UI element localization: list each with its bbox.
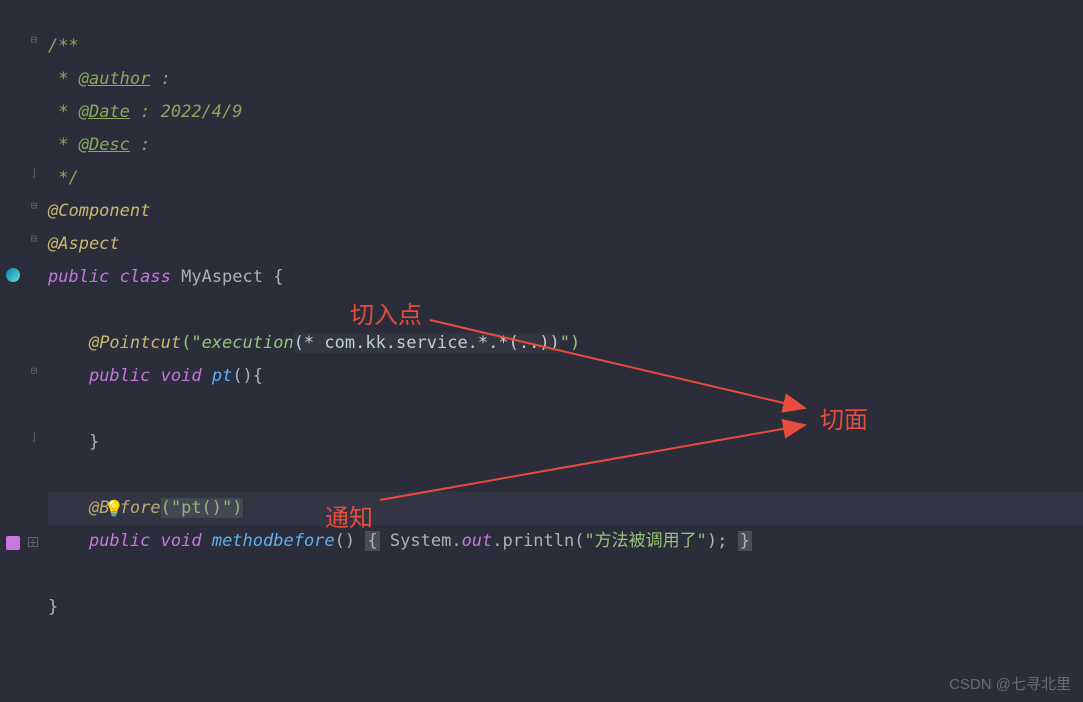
before-annotation: @Before <box>89 498 161 518</box>
fold-icon[interactable]: ⊟ <box>28 364 40 376</box>
brace-close: } <box>89 432 99 452</box>
semicolon: ; <box>717 531 727 551</box>
public-keyword: public <box>48 267 109 287</box>
desc-colon: : <box>130 135 150 155</box>
fold-icon[interactable]: ⊟ <box>28 232 40 244</box>
code-area[interactable]: /** * @author : * @Date : 2022/4/9 * @De… <box>44 0 1083 702</box>
date-value: : 2022/4/9 <box>130 102 243 122</box>
brace-close: } <box>48 597 58 617</box>
pointcut-annotation: @Pointcut <box>89 333 181 353</box>
class-keyword: class <box>120 267 171 287</box>
system-class: System <box>390 531 451 551</box>
watermark: CSDN @七寻北里 <box>949 673 1071 694</box>
gutter: ⊟ ⌋ ⊟ ⊟ ⊟ ⌋ + <box>0 0 44 702</box>
fold-icon[interactable]: ⊟ <box>28 199 40 211</box>
desc-tag: @Desc <box>79 135 130 155</box>
parens: () <box>232 366 252 386</box>
doc-close: */ <box>48 168 79 188</box>
doc-open: /** <box>48 36 79 56</box>
doc-star: * <box>48 69 79 89</box>
pointcut-expression: (* com.kk.service.*.*(..)) <box>294 333 560 353</box>
fold-end-icon[interactable]: ⌋ <box>28 166 40 178</box>
public-keyword: public <box>89 531 150 551</box>
out-field: out <box>462 531 493 551</box>
doc-star: * <box>48 135 79 155</box>
methodbefore-method: methodbefore <box>212 531 335 551</box>
void-keyword: void <box>161 366 202 386</box>
brace-open: { <box>273 267 283 287</box>
date-tag: @Date <box>79 102 130 122</box>
aspect-annotation: @Aspect <box>48 234 120 254</box>
brace-open: { <box>365 531 379 551</box>
class-name: MyAspect <box>181 267 263 287</box>
brace-close: } <box>738 531 752 551</box>
parens: () <box>335 531 355 551</box>
bulb-icon[interactable]: 💡 <box>104 492 124 525</box>
println-string: "方法被调用了" <box>584 531 706 551</box>
component-annotation: @Component <box>48 201 150 221</box>
execution-keyword: execution <box>202 333 294 353</box>
code-editor[interactable]: ⊟ ⌋ ⊟ ⊟ ⊟ ⌋ + /** * @author : * @Date : … <box>0 0 1083 702</box>
edge-browser-icon <box>6 268 20 282</box>
brace-open: { <box>253 366 263 386</box>
fold-end-icon[interactable]: ⌋ <box>28 430 40 442</box>
pt-method: pt <box>212 366 232 386</box>
pointcut-close: ") <box>560 333 580 353</box>
doc-star: * <box>48 102 79 122</box>
author-colon: : <box>150 69 170 89</box>
println-method: println <box>503 531 575 551</box>
gutter-aspect-icon <box>6 536 20 550</box>
void-keyword: void <box>161 531 202 551</box>
expand-icon[interactable]: + <box>28 537 38 547</box>
fold-icon[interactable]: ⊟ <box>28 33 40 45</box>
public-keyword: public <box>89 366 150 386</box>
before-string: ("pt()") <box>161 498 243 518</box>
pointcut-open: (" <box>181 333 201 353</box>
author-tag: @author <box>79 69 151 89</box>
